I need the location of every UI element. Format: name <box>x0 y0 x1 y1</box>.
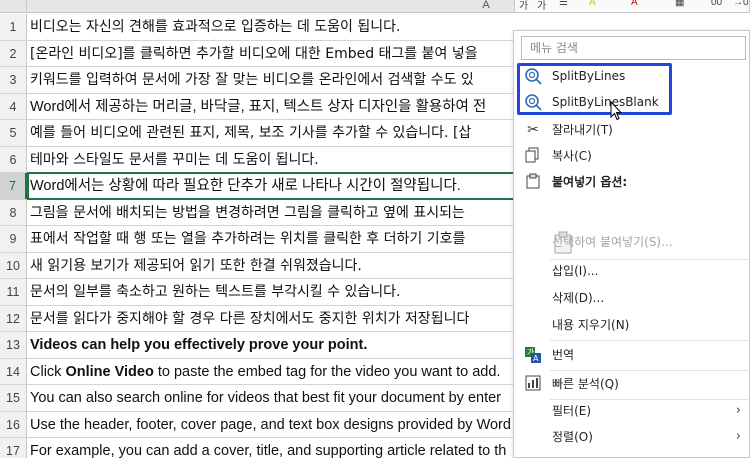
cell-a[interactable]: 비디오는 자신의 견해를 효과적으로 입증하는 데 도움이 됩니다. <box>30 14 400 40</box>
cell-a[interactable]: 문서를 읽다가 중지해야 할 경우 다른 장치에서도 중지한 위치가 저장됩니다 <box>30 306 469 332</box>
menu-item-label: 삭제(D)... <box>552 291 605 305</box>
cell-a[interactable]: Click Online Video to paste the embed ta… <box>30 359 500 385</box>
row-header[interactable]: 17 <box>0 438 27 458</box>
row-header[interactable]: 12 <box>0 305 27 331</box>
cell-text: to paste the embed tag for the video you… <box>153 363 501 380</box>
row-header[interactable]: 15 <box>0 385 27 411</box>
font-color-icon[interactable]: A <box>631 0 638 8</box>
cell-a[interactable]: 예를 들어 비디오에 관련된 표지, 제목, 보조 기사를 추가할 수 있습니다… <box>30 120 471 146</box>
select-all-corner[interactable] <box>0 0 27 13</box>
menu-item-cut[interactable]: ✂ 잘라내기(T) <box>514 117 750 143</box>
align-icon[interactable]: ☰ <box>559 0 568 8</box>
row-header[interactable]: 6 <box>0 146 27 172</box>
font-size-increase-button[interactable]: 가 <box>519 0 528 12</box>
cell-a[interactable]: Videos can help you effectively prove yo… <box>30 332 367 358</box>
cell-text: Click <box>30 363 66 380</box>
fill-color-icon[interactable]: A <box>589 0 596 8</box>
chevron-right-icon: › <box>735 403 741 418</box>
highlight-annotation-box <box>517 63 672 115</box>
cell-a[interactable]: You can also search online for videos th… <box>30 385 501 411</box>
menu-item-label: 잘라내기(T) <box>552 123 613 137</box>
translate-icon: 가A <box>524 346 542 364</box>
menu-item-paste-options: 붙여넣기 옵션: <box>514 169 750 195</box>
menu-item-translate[interactable]: 가A 번역 <box>514 342 750 368</box>
menu-item-copy[interactable]: 복사(C) <box>514 143 750 169</box>
cell-a[interactable]: 키워드를 입력하여 문서에 가장 잘 맞는 비디오를 온라인에서 검색할 수도 … <box>30 67 474 93</box>
menu-item-label: 복사(C) <box>552 149 592 163</box>
row-header[interactable]: 10 <box>0 252 27 278</box>
cell-a[interactable]: [온라인 비디오]를 클릭하면 추가할 비디오에 대한 Embed 태그를 붙여… <box>30 41 478 67</box>
quick-analysis-icon <box>524 375 542 393</box>
borders-icon[interactable]: ▦ <box>675 0 684 8</box>
menu-item-label: 번역 <box>552 348 575 362</box>
cell-text-bold: Online Video <box>65 363 154 380</box>
font-size-decrease-button[interactable]: 가 <box>537 0 546 12</box>
cell-a[interactable]: 새 읽기용 보기가 제공되어 읽기 또한 한결 쉬워졌습니다. <box>30 253 362 279</box>
cell-a[interactable]: 테마와 스타일도 문서를 꾸미는 데 도움이 됩니다. <box>30 147 319 173</box>
menu-item-label: 내용 지우기(N) <box>552 318 630 332</box>
menu-item-label: 선택하여 붙여넣기(S)... <box>552 235 673 249</box>
clipboard-icon <box>524 173 542 191</box>
menu-search-input[interactable]: 메뉴 검색 <box>521 36 746 60</box>
row-header[interactable]: 14 <box>0 358 27 384</box>
decrease-decimal-button[interactable]: 00 <box>711 0 722 8</box>
cell-a[interactable]: Word에서 제공하는 머리글, 바닥글, 표지, 텍스트 상자 디자인을 활용… <box>30 94 486 120</box>
cell-a[interactable]: 표에서 작업할 때 행 또는 열을 추가하려는 위치를 클릭한 후 더하기 기호… <box>30 226 465 252</box>
menu-separator <box>550 340 750 341</box>
svg-text:A: A <box>533 354 539 363</box>
row-header[interactable]: 7 <box>0 173 27 199</box>
copy-icon <box>524 147 542 165</box>
menu-item-filter[interactable]: 필터(E) › <box>514 398 750 424</box>
menu-item-label: 필터(E) <box>552 404 592 418</box>
row-header[interactable]: 4 <box>0 93 27 119</box>
cell-a[interactable]: 그림을 문서에 배치되는 방법을 변경하려면 그림을 클릭하고 옆에 표시되는 <box>30 200 465 226</box>
chevron-right-icon: › <box>735 429 741 444</box>
mouse-cursor-icon <box>610 101 622 121</box>
menu-item-sort[interactable]: 정렬(O) › <box>514 424 750 450</box>
row-header[interactable]: 13 <box>0 332 27 358</box>
menu-item-quick-analysis[interactable]: 빠른 분석(Q) <box>514 371 750 397</box>
menu-item-clear-contents[interactable]: 내용 지우기(N) <box>514 312 750 338</box>
menu-item-label: 붙여넣기 옵션: <box>552 175 628 189</box>
row-header[interactable]: 3 <box>0 67 27 93</box>
row-header[interactable]: 5 <box>0 120 27 146</box>
row-header[interactable]: 9 <box>0 226 27 252</box>
cell-a[interactable]: For example, you can add a cover, title,… <box>30 438 506 458</box>
menu-item-label: 삽입(I)... <box>552 264 599 278</box>
row-header[interactable]: 2 <box>0 40 27 66</box>
cell-a[interactable]: Use the header, footer, cover page, and … <box>30 412 511 438</box>
menu-item-paste-special[interactable]: 선택하여 붙여넣기(S)... <box>514 229 750 255</box>
row-header[interactable]: 8 <box>0 199 27 225</box>
menu-item-delete[interactable]: 삭제(D)... <box>514 285 750 311</box>
row-header[interactable]: 1 <box>0 14 27 40</box>
cell-a[interactable]: 문서의 일부를 축소하고 원하는 텍스트를 부각시킬 수 있습니다. <box>30 279 400 305</box>
row-header[interactable]: 11 <box>0 279 27 305</box>
mini-toolbar[interactable]: 가 가 ☰ A A ▦ 00 →0 <box>514 0 750 13</box>
menu-item-insert[interactable]: 삽입(I)... <box>514 258 750 284</box>
menu-item-label: 정렬(O) <box>552 430 593 444</box>
scissors-icon: ✂ <box>527 122 539 138</box>
increase-decimal-button[interactable]: →0 <box>733 0 749 8</box>
column-header-a[interactable]: A <box>480 0 492 11</box>
row-header[interactable]: 16 <box>0 411 27 437</box>
menu-item-label: 빠른 분석(Q) <box>552 377 619 391</box>
